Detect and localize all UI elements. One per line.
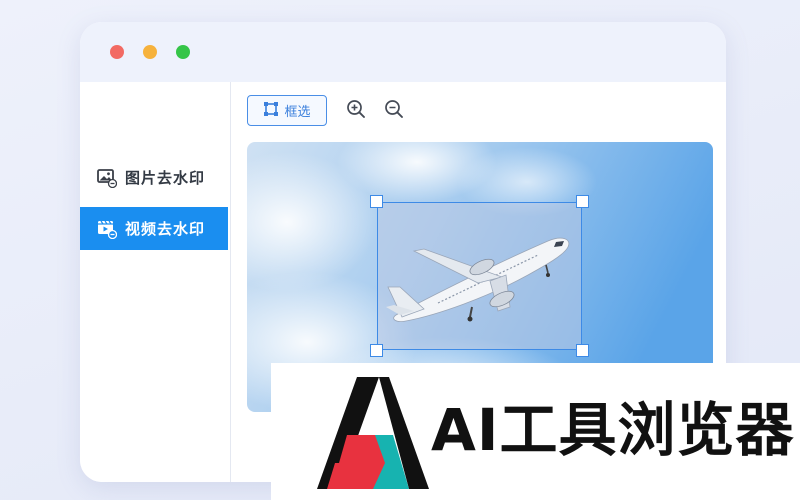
minimize-window-button[interactable] bbox=[143, 45, 157, 59]
zoom-out-icon bbox=[384, 99, 404, 123]
box-select-label: 框选 bbox=[284, 105, 311, 120]
zoom-out-button[interactable] bbox=[383, 99, 405, 123]
sidebar-item-label: 图片去水印 bbox=[125, 169, 206, 187]
resize-handle-bottom-right[interactable] bbox=[576, 344, 589, 357]
toolbar: 框选 bbox=[247, 94, 405, 127]
image-watermark-icon bbox=[97, 168, 118, 188]
resize-handle-top-left[interactable] bbox=[370, 195, 383, 208]
video-watermark-icon bbox=[97, 219, 118, 239]
sidebar-item-image-watermark[interactable]: 图片去水印 bbox=[80, 156, 228, 199]
resize-handle-bottom-left[interactable] bbox=[370, 344, 383, 357]
sidebar-item-label: 视频去水印 bbox=[125, 220, 206, 238]
box-select-button[interactable]: 框选 bbox=[247, 95, 327, 126]
close-window-button[interactable] bbox=[110, 45, 124, 59]
selection-box[interactable] bbox=[370, 195, 589, 357]
resize-handle-top-right[interactable] bbox=[576, 195, 589, 208]
brand-logo-icon bbox=[317, 377, 429, 489]
zoom-in-button[interactable] bbox=[345, 99, 367, 123]
stage: 图片去水印 视频去水印 框选 AI工具浏览器 bbox=[0, 0, 800, 500]
zoom-in-icon bbox=[346, 99, 366, 123]
maximize-window-button[interactable] bbox=[176, 45, 190, 59]
sidebar-item-video-watermark[interactable]: 视频去水印 bbox=[80, 207, 228, 250]
brand-banner: AI工具浏览器 bbox=[271, 363, 800, 500]
brand-name: AI工具浏览器 bbox=[431, 396, 795, 464]
airplane-image bbox=[378, 203, 581, 349]
title-bar bbox=[80, 22, 726, 82]
sidebar: 图片去水印 视频去水印 bbox=[80, 82, 231, 482]
crop-frame-icon bbox=[263, 101, 279, 121]
